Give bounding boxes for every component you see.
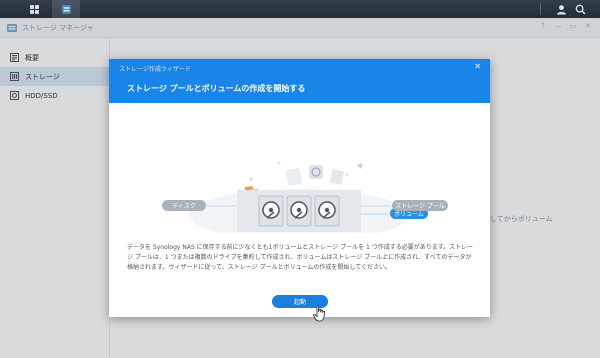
wizard-header: ストレージ作成ウィザード ✕ ストレージ プールとボリュームの作成を開始する [109, 59, 490, 103]
dsm-taskbar [0, 0, 600, 18]
document-icon [330, 169, 344, 185]
user-icon[interactable] [553, 0, 569, 18]
taskbar-separator [540, 3, 541, 15]
storage-illustration: ボリューム [189, 161, 428, 233]
wizard-heading: ストレージ プールとボリュームの作成を開始する [127, 84, 306, 93]
folder-icon [244, 186, 261, 204]
main-menu-grid-icon[interactable] [20, 0, 48, 18]
close-icon[interactable]: ✕ [474, 62, 481, 71]
image-file-icon [285, 167, 303, 187]
wizard-window-title: ストレージ作成ウィザード [119, 66, 191, 73]
rocket-icon [357, 163, 363, 169]
volume-box-icon [284, 191, 328, 230]
decor-dot [249, 177, 253, 181]
decor-dot [277, 161, 281, 165]
volume-label: ボリューム [394, 210, 424, 218]
search-icon[interactable] [572, 0, 588, 18]
decor-dot [345, 173, 349, 177]
storage-creation-wizard: ストレージ作成ウィザード ✕ ストレージ プールとボリュームの作成を開始する ボ… [109, 59, 490, 317]
wizard-description: データを Synology NAS に保存する前に少なくとも1ボリュームとストレ… [127, 244, 474, 271]
hand-cursor-icon [313, 305, 325, 322]
storage-manager-taskbar-icon[interactable] [52, 0, 80, 18]
disc-icon [309, 165, 323, 179]
